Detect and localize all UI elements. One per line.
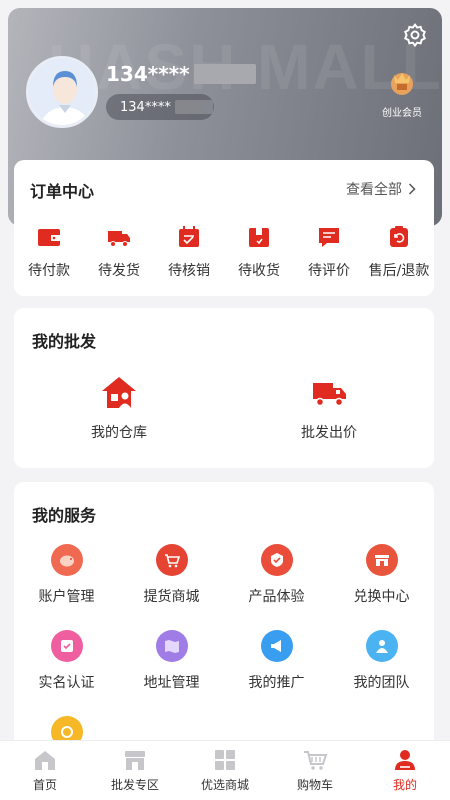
username: 134**** [106, 62, 256, 86]
masked-username [193, 64, 256, 84]
shopping-cart-icon [304, 751, 328, 770]
truck-icon [108, 231, 130, 247]
order-pending-payment[interactable]: 待付款 [14, 224, 84, 280]
tab-premium-mall[interactable]: 优选商城 [180, 741, 270, 800]
order-pending-receipt[interactable]: 待收货 [224, 224, 294, 280]
user-avatar-icon [29, 59, 95, 125]
my-warehouse-button[interactable]: 我的仓库 [14, 374, 224, 442]
member-badge[interactable]: 创业会员 [372, 66, 432, 119]
comment-icon [319, 228, 339, 247]
tab-wholesale[interactable]: 批发专区 [90, 741, 180, 800]
order-label: 待收货 [238, 263, 280, 279]
phone-text: 134**** [120, 99, 171, 115]
view-all-orders-link[interactable]: 查看全部 [346, 179, 416, 199]
settings-icon[interactable] [402, 22, 428, 48]
member-label: 创业会员 [382, 108, 422, 119]
service-label: 产品体验 [248, 589, 305, 605]
product-experience-button[interactable]: 产品体验 [224, 540, 329, 626]
order-label: 待付款 [28, 263, 70, 279]
megaphone-icon [260, 630, 293, 662]
wholesale-title: 我的批发 [32, 332, 97, 351]
home-icon [35, 751, 55, 770]
team-icon [365, 630, 398, 662]
order-after-sales[interactable]: 售后/退款 [364, 224, 434, 280]
order-pending-verification[interactable]: 待核销 [154, 224, 224, 280]
wallet-icon [38, 229, 60, 246]
pickup-mall-button[interactable]: 提货商城 [119, 540, 224, 626]
service-label: 我的推广 [248, 675, 305, 691]
experience-icon [260, 544, 293, 576]
masked-phone [174, 100, 213, 114]
address-management-button[interactable]: 地址管理 [119, 626, 224, 712]
tab-home[interactable]: 首页 [0, 741, 90, 800]
profile-icon [395, 750, 415, 770]
account-management-button[interactable]: 账户管理 [14, 540, 119, 626]
delivery-truck-icon [313, 383, 346, 407]
calendar-check-icon [179, 226, 199, 247]
warehouse-icon [102, 377, 136, 408]
my-team-button[interactable]: 我的团队 [329, 626, 434, 712]
tab-label: 批发专区 [110, 778, 159, 792]
phone-badge: 134**** [106, 94, 214, 120]
tab-label: 优选商城 [200, 778, 249, 792]
username-text: 134**** [106, 62, 190, 86]
crown-badge-icon [391, 73, 413, 95]
chevron-right-icon [408, 183, 416, 195]
refund-icon [390, 226, 408, 247]
order-label: 售后/退款 [368, 263, 430, 279]
service-label: 实名认证 [38, 675, 95, 691]
id-verify-icon [50, 630, 83, 662]
tab-label: 购物车 [296, 778, 333, 792]
order-pending-review[interactable]: 待评价 [294, 224, 364, 280]
order-pending-shipment[interactable]: 待发货 [84, 224, 154, 280]
wholesale-bid-button[interactable]: 批发出价 [224, 374, 434, 442]
order-label: 待发货 [98, 263, 140, 279]
order-label: 待核销 [168, 263, 210, 279]
wholesale-bid-label: 批发出价 [301, 425, 357, 441]
store-icon [365, 544, 398, 576]
services-title: 我的服务 [32, 506, 97, 525]
my-promotion-button[interactable]: 我的推广 [224, 626, 329, 712]
view-all-label: 查看全部 [346, 182, 402, 198]
warehouse-label: 我的仓库 [91, 425, 147, 441]
services-card: 我的服务 账户管理 提货商城 产品体验 兑换中心 实名认证 地址管理 我的推广 … [14, 482, 434, 752]
service-label: 地址管理 [143, 675, 200, 691]
package-icon [249, 228, 269, 247]
cart-icon [155, 544, 188, 576]
order-center-title: 订单中心 [30, 182, 95, 201]
service-label: 提货商城 [143, 589, 200, 605]
tab-mine[interactable]: 我的 [360, 741, 450, 800]
tab-cart[interactable]: 购物车 [270, 741, 360, 800]
tab-label: 首页 [32, 778, 57, 792]
service-label: 账户管理 [38, 589, 95, 605]
order-center-card: 订单中心 查看全部 待付款 待发货 待核销 待收货 待评价 售后/退款 [14, 160, 434, 296]
order-label: 待评价 [308, 263, 350, 279]
service-label: 兑换中心 [353, 589, 410, 605]
exchange-center-button[interactable]: 兑换中心 [329, 540, 434, 626]
grid-icon [215, 750, 235, 770]
map-icon [155, 630, 188, 662]
tab-label: 我的 [392, 778, 417, 792]
bottom-tab-bar: 首页 批发专区 优选商城 购物车 我的 [0, 740, 450, 800]
piggy-bank-icon [50, 544, 83, 576]
wholesale-card: 我的批发 我的仓库 批发出价 [14, 308, 434, 468]
avatar[interactable] [26, 56, 98, 128]
real-name-verification-button[interactable]: 实名认证 [14, 626, 119, 712]
service-label: 我的团队 [353, 675, 410, 691]
shop-icon [125, 751, 145, 770]
